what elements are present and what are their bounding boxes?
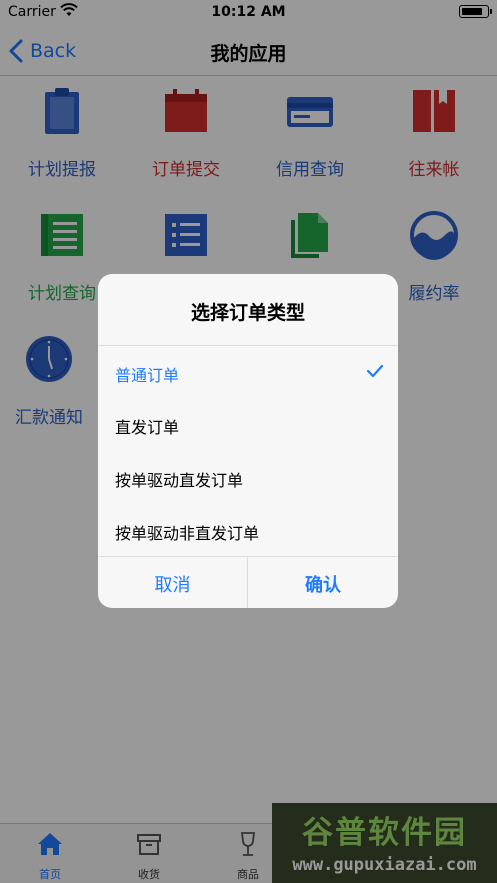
dialog-title: 选择订单类型 [190, 302, 305, 324]
confirm-button[interactable]: 确认 [248, 557, 398, 608]
order-type-dialog: 选择订单类型 普通订单 直发订单 按单驱动直发订单 按单驱动非直发订单 取消 确… [98, 274, 398, 608]
option-normal-order[interactable]: 普通订单 [98, 345, 398, 397]
checkmark-icon [366, 364, 384, 378]
option-direct-order[interactable]: 直发订单 [98, 398, 398, 450]
option-label: 按单驱动非直发订单 [115, 524, 260, 543]
option-order-driven-direct[interactable]: 按单驱动直发订单 [98, 451, 398, 503]
option-label: 按单驱动直发订单 [115, 471, 244, 490]
cancel-button[interactable]: 取消 [98, 557, 248, 608]
option-label: 直发订单 [115, 418, 180, 437]
option-order-driven-non-direct[interactable]: 按单驱动非直发订单 [98, 504, 398, 556]
option-label: 普通订单 [115, 366, 180, 385]
dialog-button-row: 取消 确认 [98, 556, 398, 608]
